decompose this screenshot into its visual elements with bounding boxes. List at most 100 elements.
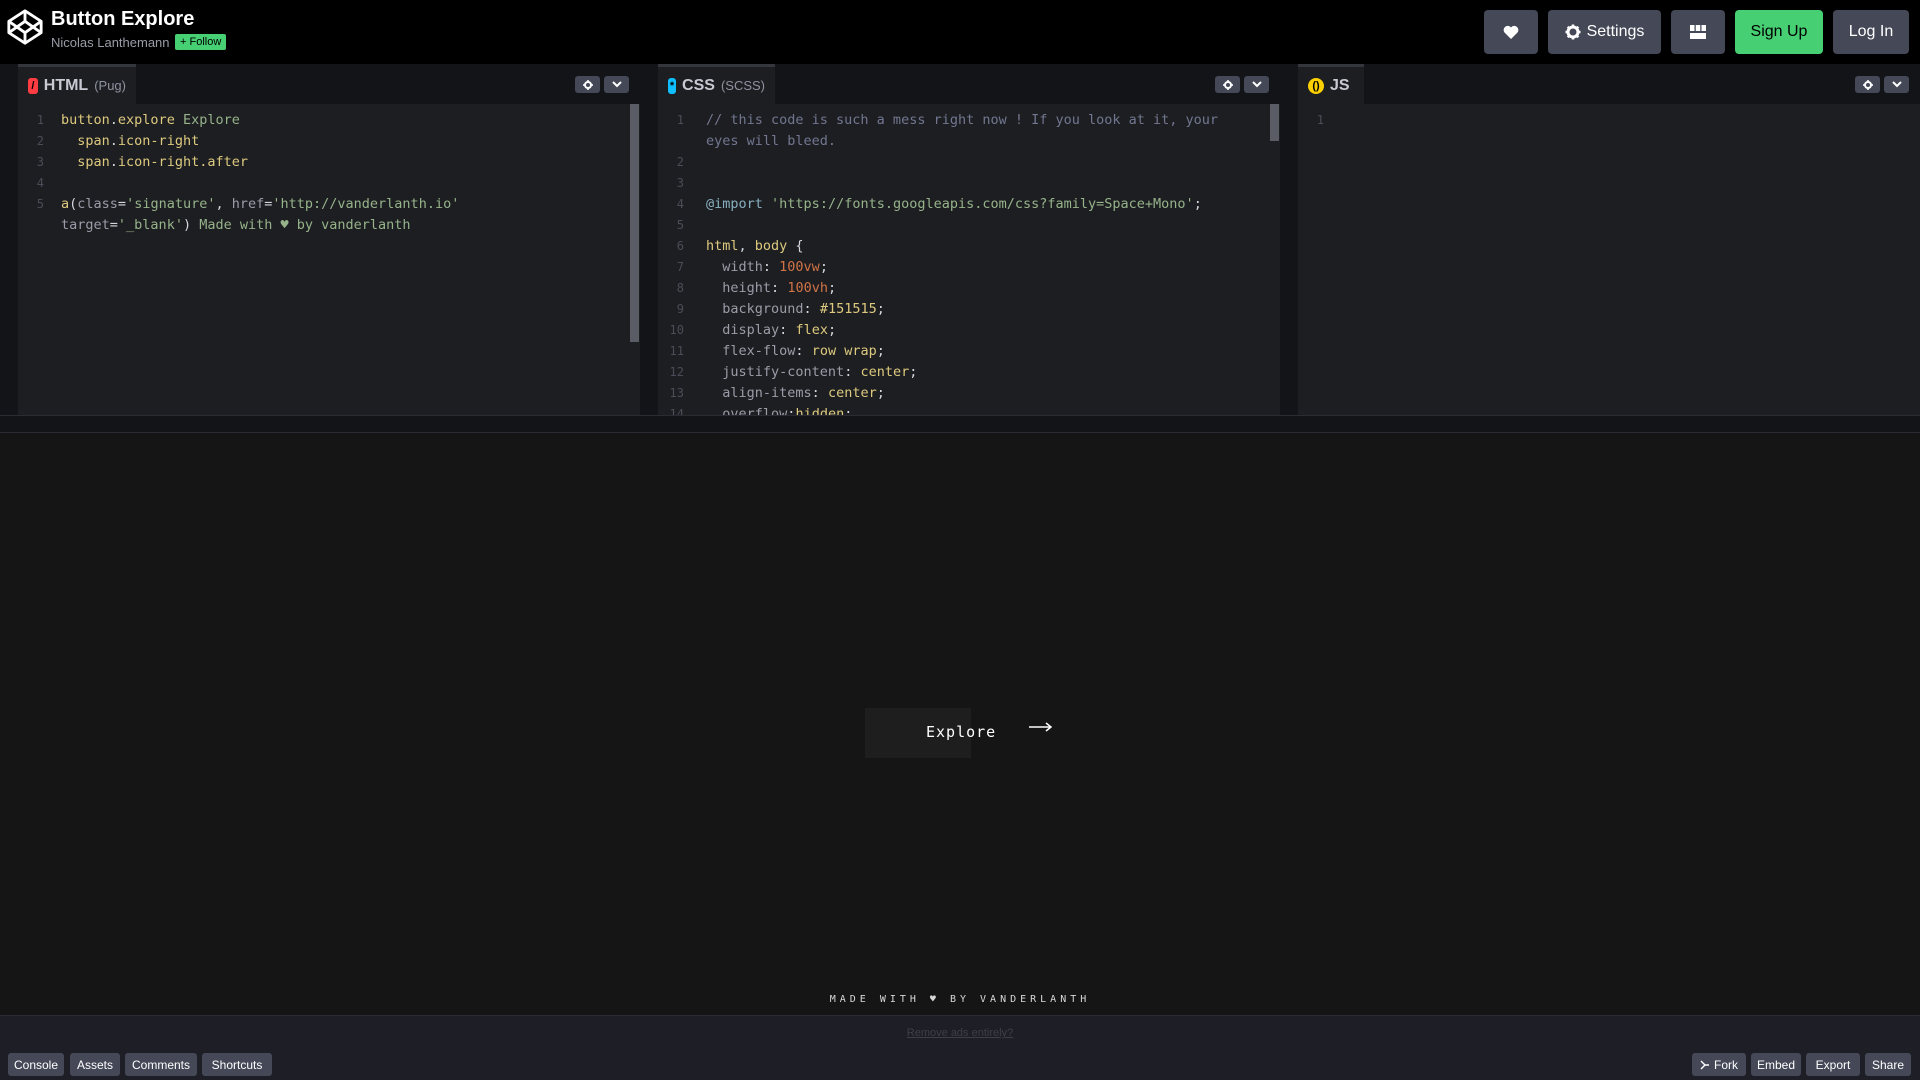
code-line: eyes will bleed. — [658, 131, 1280, 152]
line-number: 1 — [1316, 113, 1324, 127]
comments-button[interactable]: Comments — [125, 1053, 197, 1076]
code-editor[interactable]: 1 // this code is such a mess right now !… — [658, 104, 1280, 415]
chevron-down-icon — [1251, 81, 1262, 88]
editor-area: / HTML (Pug) 1 button.explore Explore 2 sp… — [0, 64, 1920, 415]
resize-divider[interactable] — [0, 415, 1920, 433]
embed-button[interactable]: Embed — [1751, 1053, 1801, 1076]
code-line: 11 flex-flow: row wrap; — [658, 341, 1280, 362]
panel-settings-button[interactable] — [1855, 76, 1880, 93]
code-text: display: flex; — [722, 322, 837, 338]
line-number: 14 — [669, 407, 684, 415]
follow-button[interactable]: + Follow — [175, 34, 227, 50]
js-badge-icon: () — [1308, 77, 1324, 94]
code-text: eyes will bleed. — [706, 133, 837, 149]
layout-button[interactable] — [1671, 10, 1725, 54]
remove-ads-link[interactable]: Remove ads entirely? — [0, 1027, 1920, 1039]
line-number: 4 — [676, 197, 684, 211]
explore-button[interactable]: Explore — [865, 708, 995, 758]
ad-bar: Remove ads entirely? — [0, 1015, 1920, 1049]
line-number: 3 — [36, 155, 44, 169]
panel-lang: HTML — [43, 76, 89, 94]
panel-lang: JS — [1330, 76, 1350, 94]
signature-link[interactable]: MADE WITH ♥ BY VANDERLANTH — [0, 994, 1920, 1005]
fork-label: Fork — [1714, 1057, 1738, 1072]
line-number: 6 — [676, 239, 684, 253]
code-line: 1 button.explore Explore — [18, 110, 640, 131]
line-number: 8 — [676, 281, 684, 295]
app-header: Button Explore Nicolas Lanthemann + Foll… — [0, 0, 1920, 64]
html-editor-panel: / HTML (Pug) 1 button.explore Explore 2 sp… — [18, 64, 640, 415]
code-line: 2 span.icon-right — [18, 131, 640, 152]
code-line: 10 display: flex; — [658, 320, 1280, 341]
code-text: background: #151515; — [722, 301, 885, 317]
layout-grid-icon — [1690, 25, 1706, 39]
html-tab[interactable]: / HTML (Pug) — [18, 64, 136, 104]
export-button[interactable]: Export — [1806, 1053, 1860, 1076]
codepen-logo-icon[interactable] — [6, 8, 44, 46]
panel-collapse-button[interactable] — [1884, 76, 1909, 93]
code-editor[interactable]: 1 button.explore Explore 2 span.icon-right… — [18, 104, 640, 415]
code-line: target='_blank') Made with ♥ by vanderla… — [18, 215, 640, 236]
result-preview: Explore MADE WITH ♥ BY VANDERLANTH — [0, 433, 1920, 1015]
signup-button[interactable]: Sign Up — [1735, 10, 1823, 54]
js-editor-panel: () JS 1 — [1298, 64, 1920, 415]
code-line: 3 span.icon-right.after — [18, 152, 640, 173]
panel-settings-button[interactable] — [575, 76, 600, 93]
panel-settings-button[interactable] — [1215, 76, 1240, 93]
fork-icon — [1700, 1060, 1709, 1069]
resize-gutter[interactable] — [0, 64, 18, 415]
gear-icon — [1222, 79, 1233, 90]
code-line: 4 — [18, 173, 640, 194]
line-number: 12 — [669, 365, 684, 379]
panel-collapse-button[interactable] — [604, 76, 629, 93]
line-number: 10 — [669, 323, 684, 337]
code-text: target='_blank') Made with ♥ by vanderla… — [61, 217, 411, 233]
code-text: html, body { — [706, 238, 804, 254]
code-text: justify-content: center; — [722, 364, 918, 380]
share-button[interactable]: Share — [1865, 1053, 1911, 1076]
console-button[interactable]: Console — [8, 1053, 64, 1076]
code-text: a(class='signature', href='http://vander… — [61, 196, 460, 212]
panel-header: / HTML (Pug) — [18, 64, 640, 104]
line-number: 9 — [676, 302, 684, 316]
explore-label: Explore — [926, 723, 997, 741]
panel-header: * CSS (SCSS) — [658, 64, 1280, 104]
code-text: @import 'https://fonts.googleapis.com/cs… — [706, 196, 1202, 212]
panel-preprocessor: (SCSS) — [720, 78, 765, 93]
resize-gutter[interactable] — [1280, 64, 1298, 415]
resize-gutter[interactable] — [640, 64, 658, 415]
js-tab[interactable]: () JS — [1298, 64, 1364, 104]
gear-icon — [582, 79, 593, 90]
like-button[interactable] — [1484, 10, 1538, 54]
line-number: 7 — [676, 260, 684, 274]
editor-scrollbar[interactable] — [1270, 104, 1279, 141]
code-line: 1 — [1298, 110, 1920, 131]
code-editor[interactable]: 1 — [1298, 104, 1920, 415]
pen-title: Button Explore — [51, 8, 195, 30]
line-number: 2 — [676, 155, 684, 169]
chevron-down-icon — [1891, 81, 1902, 88]
code-text: overflow:hidden; — [722, 406, 853, 415]
line-number: 11 — [669, 344, 684, 358]
gear-icon — [1862, 79, 1873, 90]
assets-button[interactable]: Assets — [70, 1053, 120, 1076]
settings-button[interactable]: Settings — [1548, 10, 1661, 54]
code-text: span.icon-right — [77, 133, 200, 149]
login-button[interactable]: Log In — [1833, 10, 1909, 54]
line-number: 1 — [676, 113, 684, 127]
author-name[interactable]: Nicolas Lanthemann — [51, 35, 170, 50]
code-line: 5 — [658, 215, 1280, 236]
code-line: 8 height: 100vh; — [658, 278, 1280, 299]
css-editor-panel: * CSS (SCSS) 1 // this code is such a mes… — [658, 64, 1280, 415]
panel-collapse-button[interactable] — [1244, 76, 1269, 93]
code-line: 6 html, body { — [658, 236, 1280, 257]
line-number: 4 — [36, 176, 44, 190]
line-number: 1 — [36, 113, 44, 127]
editor-scrollbar[interactable] — [630, 104, 639, 342]
fork-button[interactable]: Fork — [1692, 1053, 1746, 1076]
code-line: 14 overflow:hidden; — [658, 404, 1280, 415]
css-tab[interactable]: * CSS (SCSS) — [658, 64, 775, 104]
code-text: button.explore Explore — [61, 112, 240, 128]
shortcuts-button[interactable]: Shortcuts — [202, 1053, 272, 1076]
code-line: 9 background: #151515; — [658, 299, 1280, 320]
